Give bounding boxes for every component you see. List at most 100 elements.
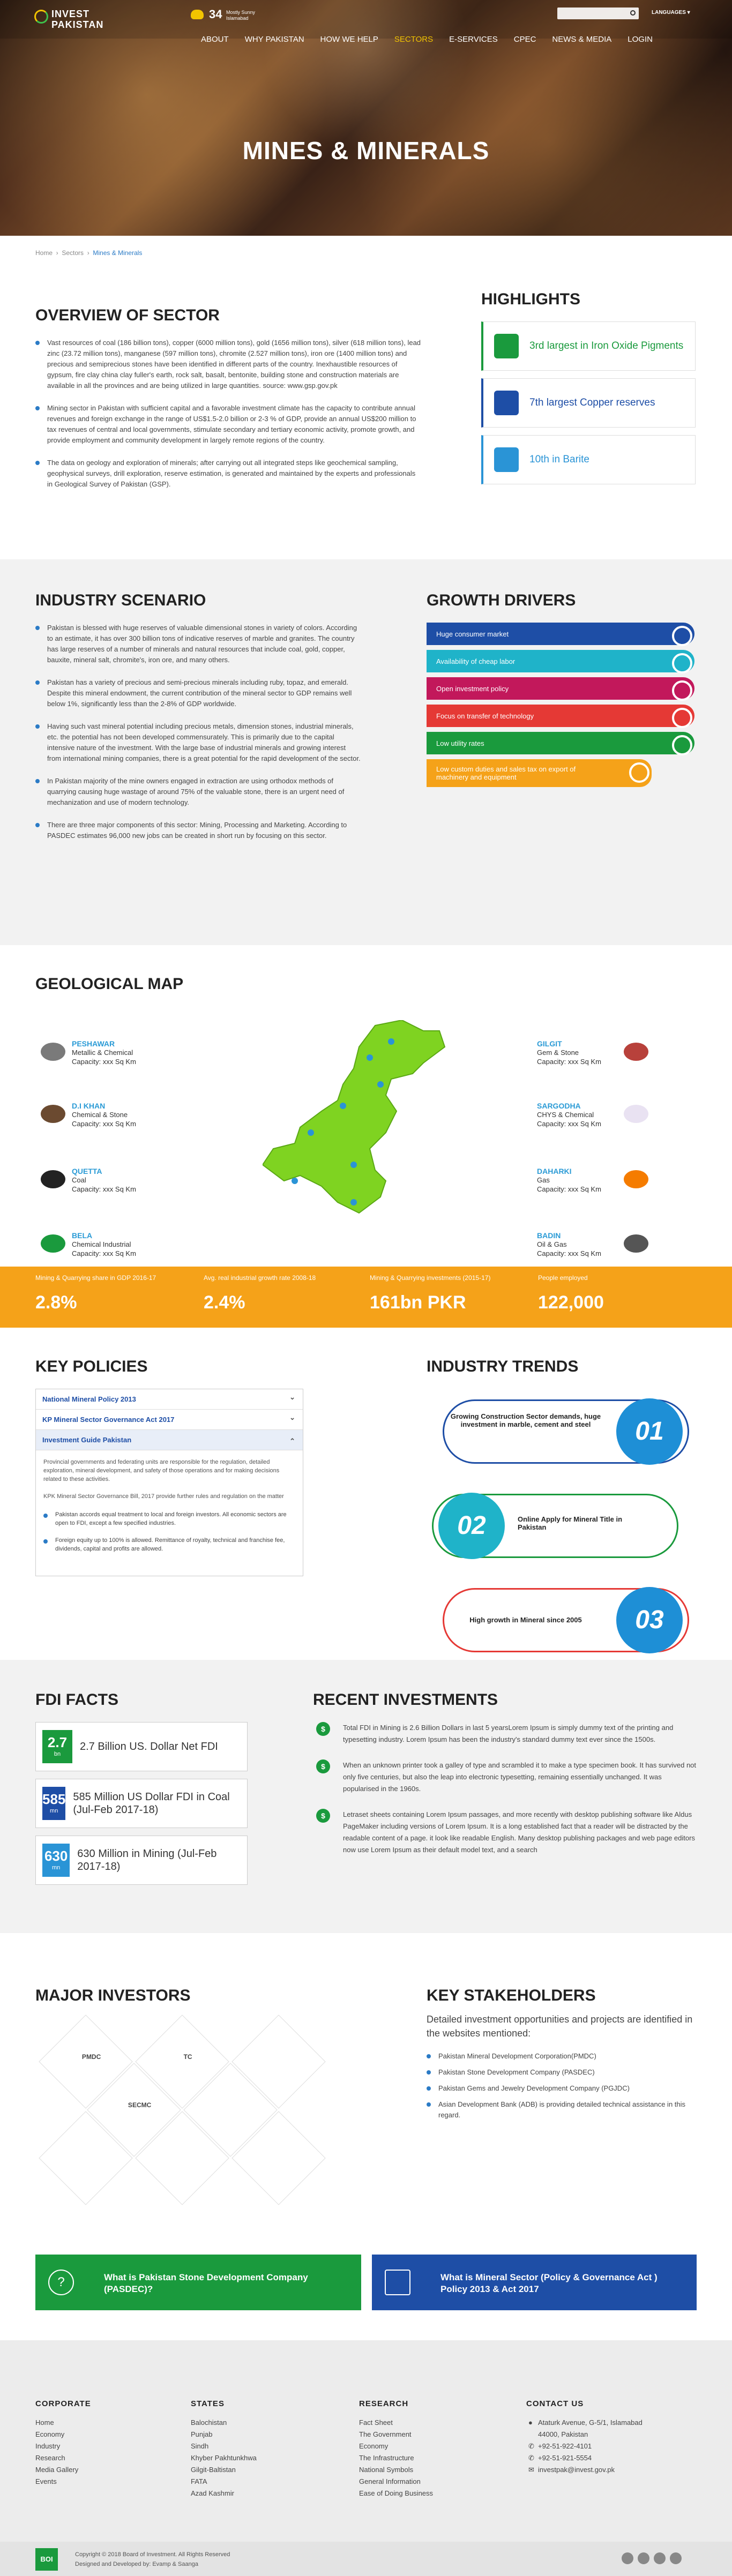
industry-item: Pakistan is blessed with huge reserves o… [35, 623, 361, 665]
footer-link[interactable]: Economy [359, 2440, 433, 2452]
logo-line1: INVEST [51, 9, 90, 19]
fdi-title: FDI FACTS [35, 1691, 118, 1709]
footer-link[interactable]: Punjab [191, 2429, 257, 2440]
breadcrumb-sectors[interactable]: Sectors [62, 249, 84, 257]
nav-e-services[interactable]: E-SERVICES [441, 33, 506, 46]
main-nav: ABOUT WHY PAKISTAN HOW WE HELP SECTORS E… [193, 33, 661, 46]
investors-section: MAJOR INVESTORS PMDC TC SECMC KEY STAKEH… [0, 1933, 732, 2233]
footer-link[interactable]: FATA [191, 2476, 257, 2488]
twitter-icon[interactable] [638, 2552, 649, 2564]
fdi-section: FDI FACTS 2.7 bn 2.7 Billion US. Dollar Ne… [0, 1660, 732, 1933]
map-marker-di-khan[interactable]: D.I KHAN Chemical & Stone Capacity: xxx Sq… [41, 1102, 179, 1128]
accordion-item[interactable]: National Mineral Policy 2013 [36, 1387, 303, 1410]
map-marker-badin[interactable]: BADIN Oil & Gas Capacity: xxx Sq Km [537, 1231, 648, 1258]
policy-text: KPK Mineral Sector Governance Bill, 2017… [43, 1493, 284, 1500]
footer-link[interactable]: General Information [359, 2476, 433, 2488]
footer-link[interactable]: National Symbols [359, 2464, 433, 2476]
footer-link[interactable]: Ease of Doing Business [359, 2488, 433, 2499]
cta-mineral-policy[interactable]: What is Mineral Sector (Policy & Governa… [372, 2255, 697, 2310]
footer-link[interactable]: Khyber Pakhtunkhwa [191, 2452, 257, 2464]
search-icon[interactable] [630, 10, 636, 16]
facebook-icon[interactable] [622, 2552, 633, 2564]
footer-fax[interactable]: ✆ +92-51-921-5554 [526, 2452, 644, 2464]
youtube-icon[interactable] [654, 2552, 666, 2564]
footer-link[interactable]: Industry [35, 2440, 91, 2452]
geological-map-section: GEOLOGICAL MAP PESHAWAR Metallic & Chemic… [0, 945, 732, 1267]
trend-number: 02 [438, 1493, 505, 1559]
footer-link[interactable]: Media Gallery [35, 2464, 91, 2476]
map-marker-sargodha[interactable]: SARGODHA CHYS & Chemical Capacity: xxx Sq … [537, 1102, 648, 1128]
map-marker-gilgit[interactable]: GILGIT Gem & Stone Capacity: xxx Sq Km [537, 1039, 648, 1066]
footer-col-corporate: CORPORATE Home Economy Industry Research Med… [35, 2399, 91, 2488]
policies-title: KEY POLICIES [35, 1358, 148, 1375]
nav-login[interactable]: LOGIN [619, 33, 661, 46]
stakeholder-item: Asian Development Bank (ADB) is providin… [427, 2099, 694, 2121]
fdi-badge: 2.7 bn [42, 1730, 72, 1763]
footer-link[interactable]: Azad Kashmir [191, 2488, 257, 2499]
nav-about[interactable]: ABOUT [193, 33, 237, 46]
footer-link[interactable]: Home [35, 2417, 91, 2429]
highlight-text: 10th in Barite [529, 454, 589, 465]
nav-news-media[interactable]: NEWS & MEDIA [544, 33, 619, 46]
boi-logo[interactable]: BOI [35, 2548, 58, 2571]
footer-link[interactable]: Events [35, 2476, 91, 2488]
flame-icon [624, 1170, 648, 1188]
highlights-title: HIGHLIGHTS [481, 290, 580, 308]
nav-how-we-help[interactable]: HOW WE HELP [312, 33, 386, 46]
breadcrumb-home[interactable]: Home [35, 249, 53, 257]
fdi-badge: 585 mn [42, 1787, 66, 1820]
language-dropdown[interactable]: LANGUAGES ▾ [652, 10, 690, 16]
mineral-icon [41, 1105, 65, 1123]
recent-item: When an unknown printer took a galley of… [313, 1759, 697, 1795]
logo-star-icon [34, 10, 48, 24]
overview-item: Vast resources of coal (186 billion tons… [35, 338, 421, 391]
nav-cpec[interactable]: CPEC [506, 33, 544, 46]
investor-logos: PMDC TC SECMC [38, 2013, 338, 2206]
footer-link[interactable]: Economy [35, 2429, 91, 2440]
overview-item: Mining sector in Pakistan with sufficien… [35, 403, 421, 446]
nav-why-pakistan[interactable]: WHY PAKISTAN [237, 33, 312, 46]
recent-title: RECENT INVESTMENTS [313, 1691, 498, 1709]
map-marker-quetta[interactable]: QUETTA Coal Capacity: xxx Sq Km [41, 1167, 179, 1194]
accordion-item[interactable]: KP Mineral Sector Governance Act 2017 [36, 1407, 303, 1430]
footer-link[interactable]: Balochistan [191, 2417, 257, 2429]
language-label: LANGUAGES [652, 10, 686, 16]
footer-link[interactable]: Sindh [191, 2440, 257, 2452]
stat-growth-rate: Avg. real industrial growth rate 2008-18… [204, 1274, 316, 1313]
stats-bar: Mining & Quarrying share in GDP 2016-17 2… [0, 1267, 732, 1328]
fax-icon: ✆ [528, 2454, 534, 2462]
trend-text: Growing Construction Sector demands, hug… [450, 1412, 601, 1428]
industry-item: There are three major components of this… [35, 820, 361, 841]
search-input[interactable] [557, 8, 639, 19]
overview-section: OVERVIEW OF SECTOR Vast resources of coa… [0, 270, 732, 559]
footer-link[interactable]: The Government [359, 2429, 433, 2440]
map-marker-daharki[interactable]: DAHARKI Gas Capacity: xxx Sq Km [537, 1167, 648, 1194]
highlight-card: 3rd largest in Iron Oxide Pigments [481, 321, 696, 371]
map-marker-bela[interactable]: BELA Chemical Industrial Capacity: xxx Sq … [41, 1231, 179, 1258]
stat-investments: Mining & Quarrying investments (2015-17)… [370, 1274, 491, 1313]
weather-temp: 34 [209, 8, 222, 21]
accordion-item-open[interactable]: Investment Guide Pakistan [36, 1430, 303, 1451]
cta-text: What is Mineral Sector (Policy & Governa… [440, 2272, 658, 2294]
footer-link[interactable]: The Infrastructure [359, 2452, 433, 2464]
site-logo[interactable]: INVEST PAKISTAN [34, 6, 103, 33]
footer-link[interactable]: Fact Sheet [359, 2417, 433, 2429]
policy-text: Provincial governments and federating un… [43, 1459, 280, 1482]
fdi-text: 2.7 Billion US. Dollar Net FDI [80, 1741, 218, 1753]
footer-email[interactable]: ✉ investpak@invest.gov.pk [526, 2464, 644, 2476]
growth-driver: Low utility rates [427, 732, 694, 755]
oil-rig-icon [624, 1234, 648, 1253]
footer-link[interactable]: Research [35, 2452, 91, 2464]
footer-link[interactable]: Gilgit-Baltistan [191, 2464, 257, 2476]
cta-pasdec[interactable]: ? What is Pakistan Stone Development Com… [35, 2255, 361, 2310]
pakistan-map[interactable] [263, 1020, 477, 1218]
growth-driver-label: Low custom duties and sales tax on expor… [436, 765, 576, 781]
instagram-icon[interactable] [670, 2552, 682, 2564]
growth-driver: Huge consumer market [427, 623, 694, 646]
map-marker-peshawar[interactable]: PESHAWAR Metallic & Chemical Capacity: xxx… [41, 1039, 179, 1066]
footer-phone[interactable]: ✆ +92-51-922-4101 [526, 2440, 644, 2452]
gem-icon [624, 1043, 648, 1061]
nav-sectors[interactable]: SECTORS [386, 33, 441, 46]
fdi-text: 585 Million US Dollar FDI in Coal (Jul-F… [73, 1791, 230, 1816]
overview-item: The data on geology and exploration of m… [35, 458, 421, 490]
